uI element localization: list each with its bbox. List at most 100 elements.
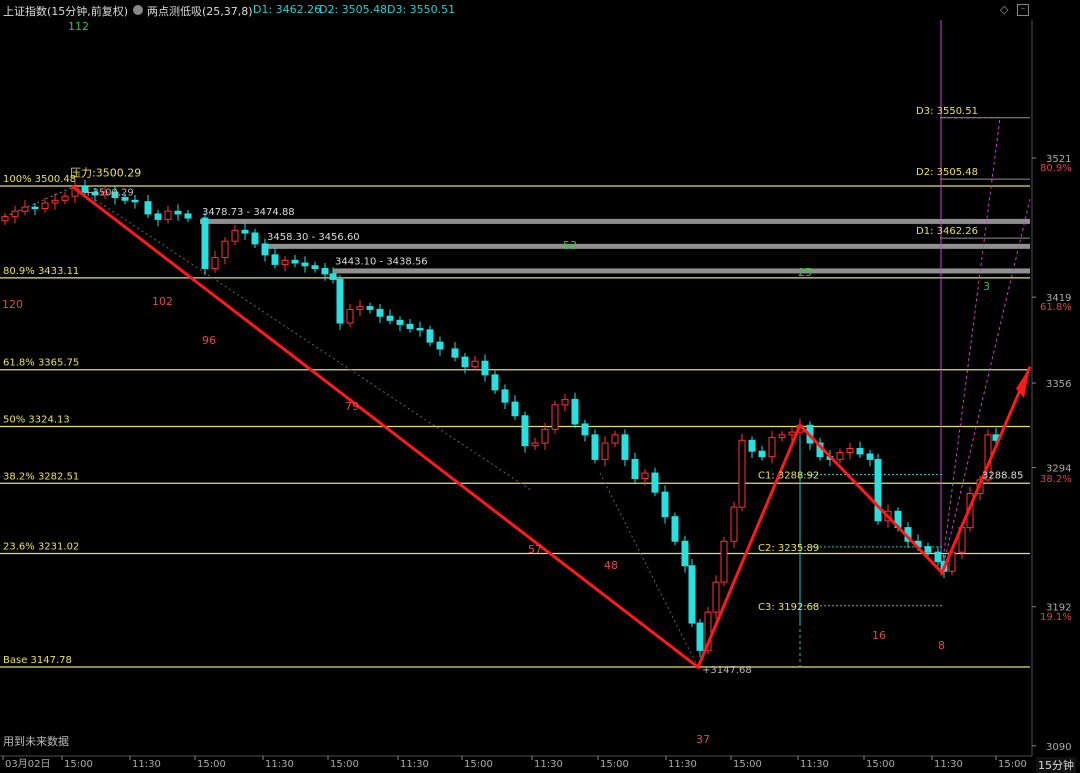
- candle-body: [366, 306, 374, 310]
- candle-body: [41, 202, 49, 209]
- period-selector[interactable]: 15分钟: [1036, 757, 1076, 773]
- pressure-zone-label: 3478.73 - 3474.88: [202, 207, 295, 218]
- fib-label: 23.6% 3231.02: [3, 541, 79, 552]
- x-tick-label: 11:30: [265, 759, 294, 770]
- target-label: D2: 3505.48: [916, 167, 978, 178]
- fib-label: Base 3147.78: [3, 655, 72, 666]
- candle-body: [611, 434, 619, 444]
- target-label: D1: 3462.26: [916, 226, 978, 237]
- candle-body: [720, 540, 728, 583]
- wave-count-label: 120: [2, 298, 23, 311]
- candle-body: [874, 458, 882, 522]
- candle-body: [281, 259, 289, 265]
- fib-label: 80.9% 3433.11: [3, 266, 79, 277]
- candle-body: [730, 506, 738, 542]
- candle-body: [866, 453, 874, 460]
- candle-body: [164, 210, 172, 220]
- fib-label: 100% 3500.48: [3, 174, 76, 185]
- wave-count-label: 48: [604, 559, 618, 572]
- candle-body: [221, 240, 229, 259]
- x-tick-label: 11:30: [132, 759, 161, 770]
- candle-body: [174, 210, 182, 215]
- candles: [1, 179, 1000, 658]
- candle-body: [301, 262, 309, 267]
- candle-body: [481, 360, 489, 376]
- candle-body: [11, 210, 19, 218]
- candle-body: [356, 306, 364, 310]
- candle-body: [131, 199, 139, 203]
- candle-body: [321, 267, 329, 275]
- y-axis: 30903192329433563419352180.9%61.8%38.2%1…: [1032, 154, 1072, 753]
- x-tick-label: 15:00: [600, 759, 629, 770]
- candle-body: [416, 327, 424, 331]
- pressure-zone-bar: [265, 243, 1030, 249]
- candle-body: [271, 254, 279, 265]
- pressure-zone-bar: [333, 268, 1030, 274]
- candle-body: [311, 265, 319, 269]
- candle-body: [671, 516, 679, 542]
- fib-label: 61.8% 3365.75: [3, 358, 79, 369]
- candle-body: [31, 206, 39, 210]
- candle-body: [231, 229, 239, 242]
- candle-body: [346, 308, 354, 324]
- candle-body: [924, 546, 932, 553]
- low-label: +3147.68: [702, 665, 752, 676]
- wave-count-label: 8: [938, 639, 945, 652]
- pressure-zone-label: 3458.30 - 3456.60: [267, 232, 360, 243]
- x-axis: 03月02日 15:00 11:30 15:00 11:30 15:00 11:30 15:0…: [2, 756, 1027, 770]
- candle-body: [201, 217, 209, 269]
- candle-body: [738, 439, 746, 508]
- future-data-note: 用到未来数据: [3, 735, 69, 748]
- kline-chart[interactable]: 100% 3500.48 80.9% 3433.11 61.8% 3365.75 50…: [0, 0, 1080, 770]
- candle-body: [51, 199, 59, 204]
- last-price-label: 3288.85: [982, 471, 1023, 482]
- candle-body: [61, 195, 69, 201]
- candle-body: [836, 452, 844, 460]
- candle-body: [521, 415, 529, 447]
- candle-body: [641, 472, 649, 480]
- candle-body: [461, 356, 469, 368]
- wave-count-label: 53: [563, 239, 577, 252]
- wave-count-label: 57: [528, 543, 542, 556]
- candle-body: [631, 458, 639, 480]
- candle-body: [651, 472, 659, 493]
- target-label: D3: 3550.51: [916, 106, 978, 117]
- candle-body: [291, 259, 299, 264]
- y-pct-label: 61.8%: [1040, 302, 1072, 313]
- wave-count-label: 25: [798, 266, 812, 279]
- candle-body: [531, 442, 539, 447]
- y-pct-label: 80.9%: [1040, 163, 1072, 174]
- candle-body: [451, 348, 459, 358]
- fib-label: 50% 3324.13: [3, 415, 70, 426]
- wave-count-label: 102: [152, 295, 173, 308]
- x-tick-label: 15:00: [733, 759, 762, 770]
- pressure-zone-label: 3443.10 - 3438.56: [335, 256, 428, 267]
- candle-body: [591, 434, 599, 460]
- candle-body: [712, 581, 720, 613]
- wave-count-label: 3: [983, 280, 990, 293]
- candle-body: [501, 389, 509, 403]
- candle-body: [551, 404, 559, 430]
- candle-body: [211, 257, 219, 269]
- candle-body: [21, 206, 29, 212]
- high-label: +3500.29: [84, 187, 134, 198]
- c-level-label: C3: 3192.68: [758, 602, 819, 613]
- candle-body: [541, 428, 549, 444]
- candle-body: [768, 437, 776, 458]
- wave-count-label: 96: [202, 334, 216, 347]
- fib-label: 38.2% 3282.51: [3, 471, 79, 482]
- candle-body: [329, 273, 337, 280]
- x-tick-label: 11:30: [534, 759, 563, 770]
- candle-body: [396, 319, 404, 325]
- candle-body: [471, 360, 479, 368]
- candle-body: [511, 401, 519, 417]
- c-level-label: C2: 3235.89: [758, 543, 819, 554]
- candle-body: [571, 398, 579, 425]
- wave-count-label: 37: [696, 733, 710, 746]
- candle-body: [681, 540, 689, 567]
- candle-body: [376, 308, 384, 317]
- x-tick-label: 15:00: [330, 759, 359, 770]
- candle-body: [261, 243, 269, 256]
- x-tick-label: 11:30: [934, 759, 963, 770]
- guide-lines: [4, 20, 1031, 668]
